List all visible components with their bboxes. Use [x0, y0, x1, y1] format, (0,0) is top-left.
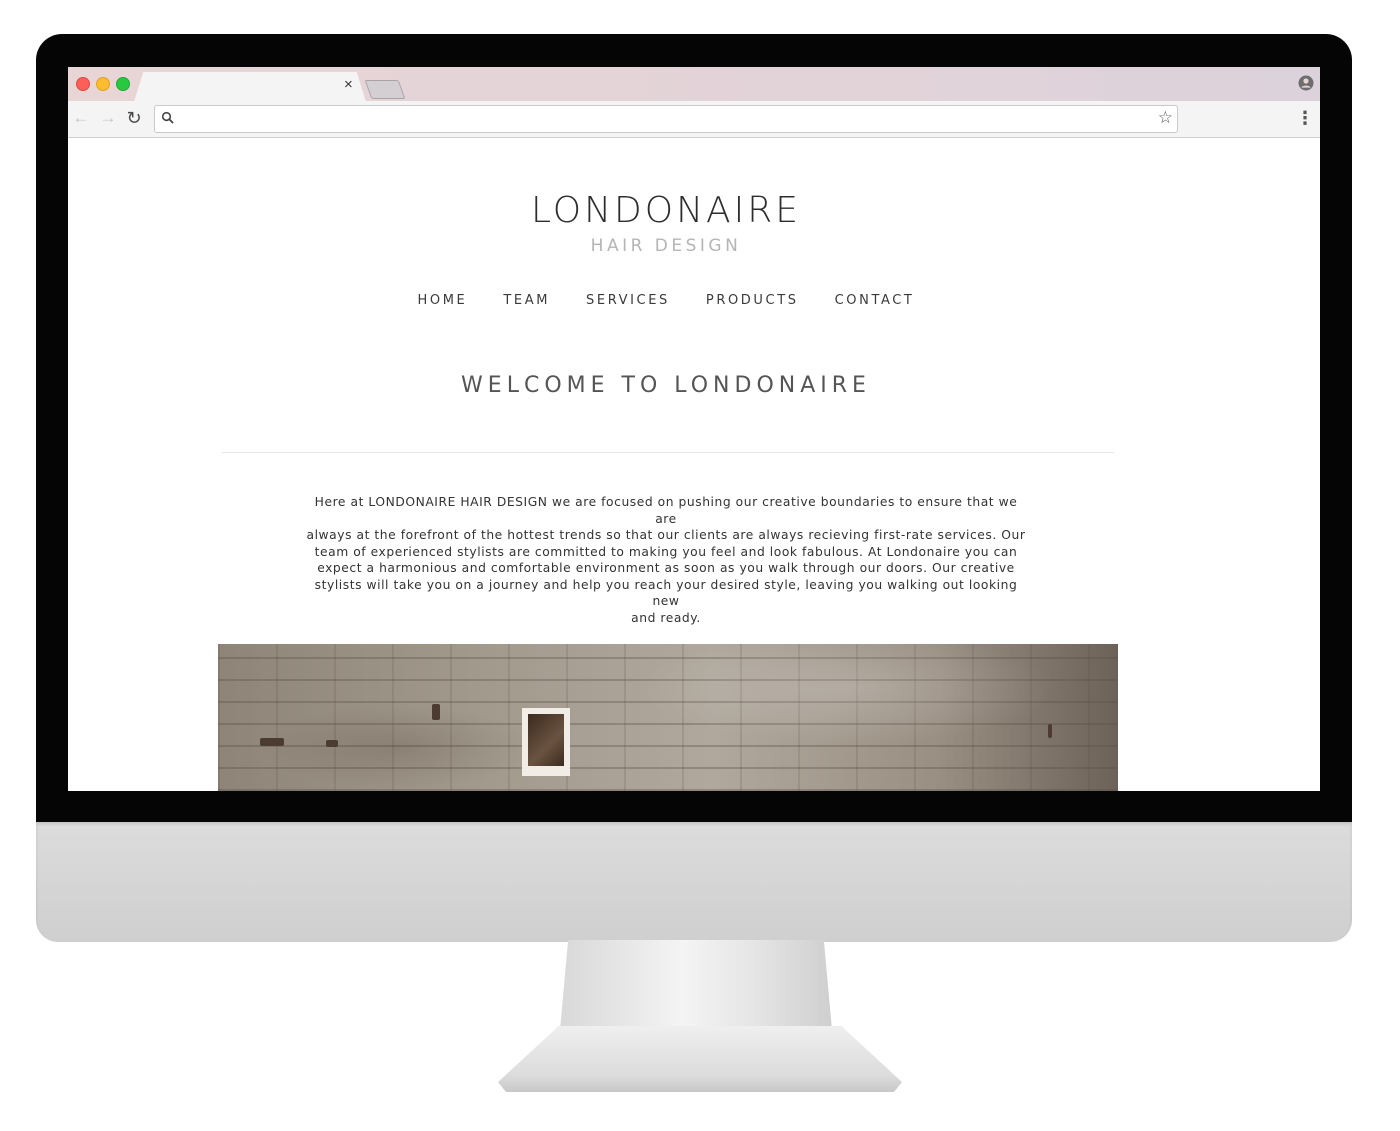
- intro-line: expect a harmonious and comfortable envi…: [317, 561, 1015, 575]
- monitor-chin: [36, 822, 1352, 942]
- intro-line: always at the forefront of the hottest t…: [306, 528, 1026, 542]
- wall-mark: [260, 738, 284, 746]
- reload-icon[interactable]: ↻: [124, 108, 144, 128]
- address-bar[interactable]: ☆: [154, 105, 1178, 133]
- monitor-stand-neck: [560, 940, 832, 1030]
- wall-niche: [522, 708, 570, 776]
- hero-brick-wall-image: [218, 644, 1118, 791]
- window-close-button[interactable]: [76, 77, 90, 91]
- browser-tab-bar: ×: [68, 67, 1320, 102]
- wall-mark: [326, 740, 338, 747]
- brand-name[interactable]: LONDONAIRE: [68, 190, 1264, 231]
- monitor-stand-base: [498, 1026, 902, 1092]
- site-navigation: HOME TEAM SERVICES PRODUCTS CONTACT: [68, 293, 1264, 308]
- intro-line: stylists will take you on a journey and …: [314, 577, 1018, 609]
- monitor-screen: × ← → ↻ ☆ ⋮ LONDONAIRE HAIR DESIGN HOME T…: [68, 67, 1320, 791]
- wall-mark: [1048, 724, 1052, 738]
- arrow-left-icon[interactable]: ←: [71, 108, 91, 128]
- nav-contact[interactable]: CONTACT: [835, 293, 915, 308]
- nav-services[interactable]: SERVICES: [586, 293, 670, 308]
- new-tab-button[interactable]: [364, 80, 406, 99]
- intro-line: and ready.: [631, 610, 701, 625]
- brand-tagline: HAIR DESIGN: [590, 236, 742, 256]
- divider: [222, 452, 1114, 453]
- nav-team[interactable]: TEAM: [503, 293, 550, 308]
- window-zoom-button[interactable]: [116, 77, 130, 91]
- nav-home[interactable]: HOME: [418, 293, 468, 308]
- intro-paragraph: Here at LONDONAIRE HAIR DESIGN we are fo…: [304, 494, 1028, 626]
- browser-tab-active[interactable]: [134, 72, 366, 102]
- intro-line: team of experienced stylists are committ…: [314, 544, 1018, 559]
- tab-close-icon[interactable]: ×: [344, 77, 353, 93]
- star-icon[interactable]: ☆: [1158, 108, 1173, 128]
- arrow-right-icon[interactable]: →: [98, 108, 118, 128]
- intro-line: Here at LONDONAIRE HAIR DESIGN we are fo…: [314, 495, 1018, 526]
- nav-products[interactable]: PRODUCTS: [706, 293, 799, 308]
- profile-icon[interactable]: [1298, 75, 1314, 91]
- kebab-menu-icon[interactable]: ⋮: [1296, 108, 1314, 128]
- window-minimize-button[interactable]: [96, 77, 110, 91]
- wall-niche-inner: [528, 714, 564, 766]
- browser-toolbar: ← → ↻ ☆ ⋮: [68, 101, 1320, 138]
- page-heading: WELCOME TO LONDONAIRE: [461, 373, 871, 398]
- web-page: LONDONAIRE HAIR DESIGN HOME TEAM SERVICES P…: [68, 138, 1320, 791]
- wall-mark: [432, 704, 440, 720]
- search-icon: [161, 111, 174, 124]
